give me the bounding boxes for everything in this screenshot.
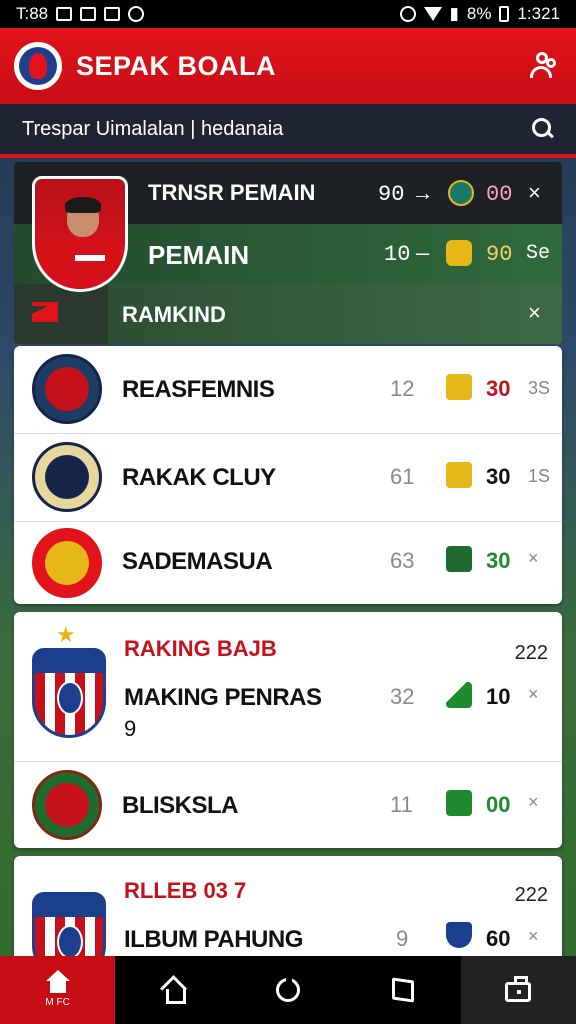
- ranking-card: ★ RAKING BAJB 222 MAKING PENRAS 9 32 10 …: [14, 612, 562, 848]
- list-item[interactable]: REASFEMNIS 12 30 3S: [14, 346, 562, 434]
- status-time-left: T:88: [16, 4, 49, 23]
- club-badge-icon: [446, 682, 472, 708]
- nav-chat[interactable]: [346, 956, 461, 1024]
- list-item[interactable]: SADEMASUA 63 30 ×: [14, 522, 562, 604]
- club-name: BLISKSLA: [122, 792, 239, 819]
- club-name: RAKAK CLUY: [122, 464, 276, 491]
- club-stat-1: 12: [390, 376, 415, 401]
- app-title: SEPAK BOALA: [76, 50, 277, 81]
- close-icon[interactable]: ×: [528, 180, 541, 206]
- club-badge-icon: [446, 790, 472, 816]
- search-icon[interactable]: [532, 118, 554, 140]
- club-badge-icon: [32, 442, 102, 512]
- club-stat-3: ×: [528, 926, 539, 946]
- chat-icon: [392, 977, 415, 1003]
- app-logo[interactable]: [14, 42, 62, 90]
- club-badge-icon: [32, 528, 102, 598]
- nav-refresh[interactable]: [230, 956, 345, 1024]
- search-input[interactable]: Trespar Uimalalan | hedanaia: [22, 118, 283, 141]
- battery-percent: 8%: [466, 4, 492, 23]
- featured-player-n1: 10: [384, 242, 411, 267]
- record-icon: [128, 6, 145, 22]
- club-stat-3: ×: [528, 548, 539, 568]
- club-badge-icon: [32, 354, 102, 424]
- house-outline-icon: [161, 978, 186, 1004]
- club-badge-icon: [446, 546, 472, 572]
- users-icon[interactable]: [526, 48, 562, 84]
- club-stat-1: 32: [390, 684, 415, 709]
- club-badge-icon: [446, 240, 472, 266]
- club-badge-icon: [446, 462, 472, 488]
- signal-icon: ▮: [449, 4, 459, 23]
- featured-transfer-sep: →: [416, 182, 430, 207]
- app-bar: SEPAK BOALA: [0, 28, 576, 104]
- bottom-nav: M FC: [0, 956, 576, 1024]
- nav-briefcase[interactable]: [460, 956, 576, 1024]
- ranking-count: 222: [514, 642, 548, 664]
- club-stat-3: ×: [528, 684, 539, 704]
- ranking-card: RLLEB 03 7 222 ILBUM PAHUNG 9 60 ×: [14, 856, 562, 982]
- ranking-title: RLLEB 03 7: [124, 878, 247, 903]
- club-name: REASFEMNIS: [122, 376, 275, 403]
- home-icon: [45, 970, 71, 994]
- club-name: MAKING PENRAS: [124, 684, 322, 711]
- club-subvalue: 9: [124, 716, 137, 741]
- list-item[interactable]: MAKING PENRAS 9 32 10 ×: [14, 670, 562, 762]
- featured-ranking-label: RAMKIND: [122, 302, 226, 327]
- club-badge-icon: [32, 770, 102, 840]
- nav-home[interactable]: M FC: [0, 956, 116, 1024]
- club-badge-icon: [446, 374, 472, 400]
- close-icon[interactable]: ×: [528, 300, 541, 326]
- club-stat-1: 9: [396, 926, 409, 951]
- status-bar: T:88 ▮ 8% 1:321: [0, 0, 576, 28]
- status-time-right: 1:321: [517, 4, 560, 23]
- featured-row-ranking[interactable]: RAMKIND ×: [14, 284, 562, 344]
- club-list-card: REASFEMNIS 12 30 3S RAKAK CLUY 61 30 1S …: [14, 346, 562, 604]
- notification-icon: [56, 7, 73, 21]
- club-stat-2: 10: [486, 684, 511, 709]
- featured-transfer-card[interactable]: TRNSR PEMAIN 90 → 00 × PEMAIN 10 — 90 Se…: [14, 162, 562, 344]
- refresh-icon: [276, 977, 300, 1002]
- wifi-icon: [423, 7, 442, 21]
- battery-icon: [499, 6, 510, 22]
- alarm-icon: [399, 6, 416, 22]
- player-photo: [32, 176, 128, 292]
- featured-player-n2: 90: [486, 242, 513, 267]
- featured-player-n3: Se: [526, 242, 551, 265]
- image-icon: [104, 7, 121, 21]
- club-stat-3: ×: [528, 792, 539, 812]
- club-stat-3: 3S: [528, 378, 551, 398]
- club-name: SADEMASUA: [122, 548, 273, 575]
- club-stat-3: 1S: [528, 466, 551, 486]
- club-badge-icon: [446, 922, 472, 948]
- club-stat-2: 30: [486, 464, 511, 489]
- list-item[interactable]: BLISKSLA 11 00 ×: [14, 762, 562, 848]
- message-icon: [80, 7, 97, 21]
- club-stat-2: 30: [486, 548, 511, 573]
- nav-home-label: M FC: [45, 997, 70, 1008]
- club-stat-1: 11: [390, 792, 413, 817]
- search-bar[interactable]: Trespar Uimalalan | hedanaia: [0, 104, 576, 158]
- briefcase-icon: [505, 976, 532, 1002]
- featured-transfer-n1: 90: [378, 182, 405, 207]
- flag-icon: [32, 302, 58, 322]
- nav-house[interactable]: [115, 956, 230, 1024]
- club-stat-2: 00: [486, 792, 511, 817]
- club-stat-2: 30: [486, 376, 511, 401]
- featured-player-sep: —: [416, 242, 430, 267]
- club-name: ILBUM PAHUNG: [124, 926, 303, 953]
- list-item[interactable]: RAKAK CLUY 61 30 1S: [14, 434, 562, 522]
- featured-player-label: PEMAIN: [148, 240, 250, 270]
- ranking-title: RAKING BAJB: [124, 636, 277, 661]
- ranking-count: 222: [514, 884, 548, 906]
- club-stat-1: 61: [390, 464, 415, 489]
- club-badge-icon: [448, 180, 474, 206]
- club-stat-2: 60: [486, 926, 511, 951]
- featured-transfer-label: TRNSR PEMAIN: [148, 180, 316, 205]
- star-icon: ★: [56, 622, 76, 647]
- featured-transfer-n2: 00: [486, 182, 513, 207]
- club-stat-1: 63: [390, 548, 415, 573]
